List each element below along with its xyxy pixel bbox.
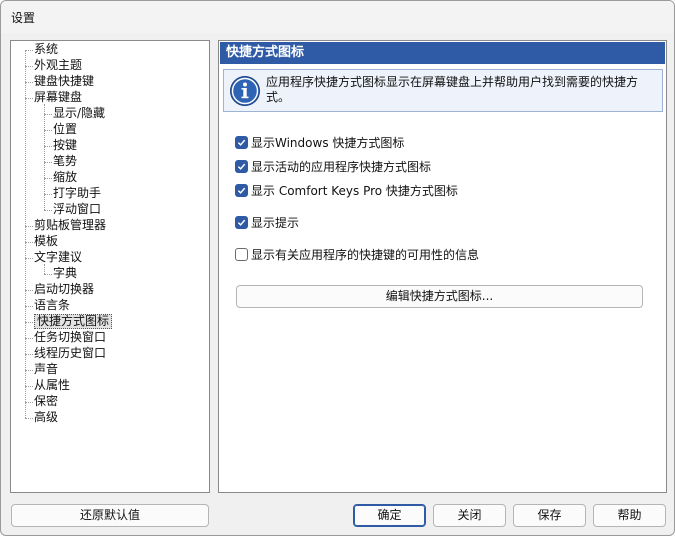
restore-defaults-button[interactable]: 还原默认值 [11, 504, 209, 527]
tree-item[interactable]: 字典 [53, 266, 77, 281]
tree-item[interactable]: 按键 [53, 138, 77, 153]
tree-connector [25, 50, 26, 418]
info-text: 应用程序快捷方式图标显示在屏幕键盘上并帮助用户找到需要的快捷方式。 [266, 75, 639, 104]
settings-panel: 快捷方式图标 应用程序快捷方式图标显示在屏幕键盘上并帮助用户找到需要的快捷方式。… [218, 40, 667, 493]
option-comfort-keys-shortcuts[interactable]: 显示 Comfort Keys Pro 快捷方式图标 [235, 182, 458, 198]
tree-connector [25, 306, 33, 307]
tree-connector [44, 114, 52, 115]
tree-item[interactable]: 位置 [53, 122, 77, 137]
tree-connector [44, 146, 52, 147]
option-show-tips[interactable]: 显示提示 [235, 214, 299, 230]
tree-item[interactable]: 任务切换窗口 [34, 330, 106, 345]
checkbox-icon[interactable] [235, 183, 248, 197]
tree-item[interactable]: 从属性 [34, 378, 70, 393]
tree-connector [25, 370, 33, 371]
tree-connector [25, 242, 33, 243]
tree-item[interactable]: 笔势 [53, 154, 77, 169]
info-icon [230, 76, 260, 106]
checkbox-icon[interactable] [235, 215, 248, 229]
tree-connector [44, 210, 52, 211]
tree-connector [25, 290, 33, 291]
tree-item[interactable]: 显示/隐藏 [53, 106, 105, 121]
window-title: 设置 [11, 11, 36, 25]
option-label: 显示Windows 快捷方式图标 [251, 135, 405, 150]
save-button[interactable]: 保存 [513, 504, 586, 527]
title-bar[interactable]: 设置 [1, 1, 674, 33]
ok-button[interactable]: 确定 [353, 504, 426, 527]
checkbox-icon[interactable] [235, 247, 248, 261]
tree-item[interactable]: 键盘快捷键 [34, 74, 94, 89]
tree-item[interactable]: 模板 [34, 234, 58, 249]
tree-item[interactable]: 剪贴板管理器 [34, 218, 106, 233]
tree-connector [25, 98, 33, 99]
tree-connector [44, 264, 45, 274]
checkbox-icon[interactable] [235, 135, 248, 149]
tree-connector [25, 386, 33, 387]
tree-item[interactable]: 线程历史窗口 [34, 346, 106, 361]
tree-connector [25, 322, 33, 323]
panel-title: 快捷方式图标 [220, 42, 665, 64]
tree-connector [44, 178, 52, 179]
tree-item[interactable]: 快捷方式图标 [34, 314, 113, 329]
tree-item[interactable]: 浮动窗口 [53, 202, 101, 217]
tree-connector [25, 226, 33, 227]
help-button[interactable]: 帮助 [593, 504, 666, 527]
tree-item[interactable]: 高级 [34, 410, 58, 425]
option-active-app-shortcuts[interactable]: 显示活动的应用程序快捷方式图标 [235, 158, 431, 174]
tree-connector [44, 162, 52, 163]
tree-item[interactable]: 保密 [34, 394, 58, 409]
tree-connector [25, 338, 33, 339]
option-label: 显示有关应用程序的快捷键的可用性的信息 [251, 247, 480, 262]
info-box: 应用程序快捷方式图标显示在屏幕键盘上并帮助用户找到需要的快捷方式。 [223, 69, 663, 112]
tree-connector [25, 354, 33, 355]
option-label: 显示活动的应用程序快捷方式图标 [251, 159, 432, 174]
tree-item[interactable]: 启动切换器 [34, 282, 94, 297]
edit-shortcut-icons-button[interactable]: 编辑快捷方式图标... [236, 285, 643, 308]
option-hotkey-availability[interactable]: 显示有关应用程序的快捷键的可用性的信息 [235, 246, 479, 262]
close-button[interactable]: 关闭 [433, 504, 506, 527]
tree-connector [25, 50, 33, 51]
tree-item[interactable]: 打字助手 [53, 186, 101, 201]
tree-item[interactable]: 系统 [34, 42, 58, 57]
tree-item[interactable]: 缩放 [53, 170, 77, 185]
tree-item[interactable]: 外观主题 [34, 58, 82, 73]
settings-window: 设置 系统 外观主题 键盘快捷键 屏幕键盘 显示/隐藏 位置 按键 笔势 缩放 打字助手 浮动窗口剪… [0, 0, 675, 536]
settings-tree[interactable]: 系统 外观主题 键盘快捷键 屏幕键盘 显示/隐藏 位置 按键 笔势 缩放 打字助手 浮动窗口 剪贴板管… [10, 40, 210, 493]
tree-item[interactable]: 屏幕键盘 [34, 90, 82, 105]
option-windows-shortcuts[interactable]: 显示Windows 快捷方式图标 [235, 134, 404, 150]
tree-connector [44, 274, 52, 275]
tree-item[interactable]: 文字建议 [34, 250, 82, 265]
tree-item[interactable]: 语言条 [34, 298, 70, 313]
tree-connector [25, 82, 33, 83]
tree-connector [25, 418, 33, 419]
tree-connector [44, 194, 52, 195]
checkbox-icon[interactable] [235, 159, 248, 173]
tree-connector [25, 258, 33, 259]
tree-connector [25, 402, 33, 403]
option-label: 显示 Comfort Keys Pro 快捷方式图标 [251, 183, 458, 198]
tree-connector [44, 130, 52, 131]
tree-connector [25, 66, 33, 67]
option-label: 显示提示 [251, 215, 300, 230]
tree-item[interactable]: 声音 [34, 362, 58, 377]
